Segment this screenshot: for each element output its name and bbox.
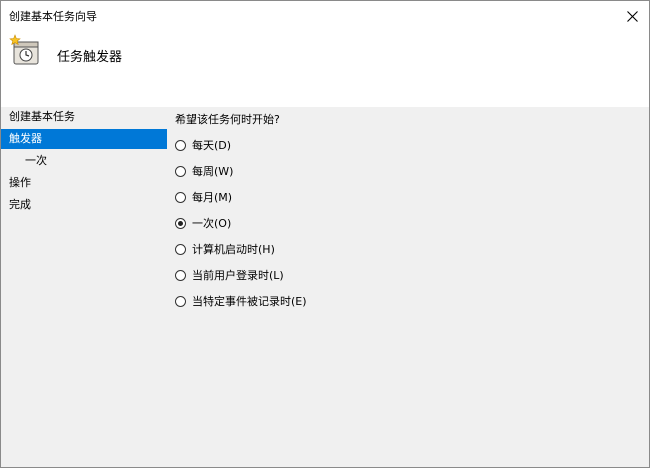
- radio-computer-startup[interactable]: [175, 243, 186, 255]
- sidebar-item-trigger[interactable]: 触发器: [1, 129, 167, 149]
- sidebar-item-action[interactable]: 操作: [1, 173, 167, 193]
- page-title: 任务触发器: [57, 50, 123, 65]
- radio-user-logon[interactable]: [175, 269, 186, 281]
- option-once-label: 一次(O): [192, 217, 232, 230]
- option-event-logged-label: 当特定事件被记录时(E): [192, 295, 307, 308]
- radio-daily[interactable]: [175, 139, 186, 151]
- option-user-logon[interactable]: 当前用户登录时(L): [175, 266, 284, 284]
- clock-task-icon: [9, 34, 39, 65]
- wizard-header: 任务触发器: [1, 31, 649, 107]
- option-weekly[interactable]: 每周(W): [175, 162, 233, 180]
- option-monthly[interactable]: 每月(M): [175, 188, 232, 206]
- option-daily[interactable]: 每天(D): [175, 136, 231, 154]
- title-bar: 创建基本任务向导: [1, 1, 649, 31]
- radio-once[interactable]: [175, 217, 186, 229]
- sidebar-item-once[interactable]: 一次: [1, 151, 167, 171]
- wizard-window: 创建基本任务向导 任务触发器 创建基本任务 触发器 一次 操作 完成 希望该任务…: [0, 0, 650, 468]
- sidebar-item-finish[interactable]: 完成: [1, 195, 167, 215]
- close-button[interactable]: [615, 1, 649, 31]
- question-label: 希望该任务何时开始?: [175, 113, 280, 126]
- radio-event-logged[interactable]: [175, 295, 186, 307]
- option-once[interactable]: 一次(O): [175, 214, 231, 232]
- window-title: 创建基本任务向导: [9, 10, 97, 23]
- close-icon: [626, 10, 638, 22]
- option-computer-startup-label: 计算机启动时(H): [192, 243, 275, 256]
- sidebar-item-create-basic-task[interactable]: 创建基本任务: [1, 107, 167, 127]
- radio-monthly[interactable]: [175, 191, 186, 203]
- option-monthly-label: 每月(M): [192, 191, 233, 204]
- wizard-steps-sidebar: 创建基本任务 触发器 一次 操作 完成: [1, 107, 169, 467]
- option-event-logged[interactable]: 当特定事件被记录时(E): [175, 292, 307, 310]
- option-computer-startup[interactable]: 计算机启动时(H): [175, 240, 275, 258]
- option-daily-label: 每天(D): [192, 139, 232, 152]
- option-weekly-label: 每周(W): [192, 165, 234, 178]
- trigger-options-panel: 希望该任务何时开始? 每天(D) 每周(W) 每月(M) 一次(O) 计算机启动…: [169, 107, 649, 467]
- option-user-logon-label: 当前用户登录时(L): [192, 269, 284, 282]
- radio-weekly[interactable]: [175, 165, 186, 177]
